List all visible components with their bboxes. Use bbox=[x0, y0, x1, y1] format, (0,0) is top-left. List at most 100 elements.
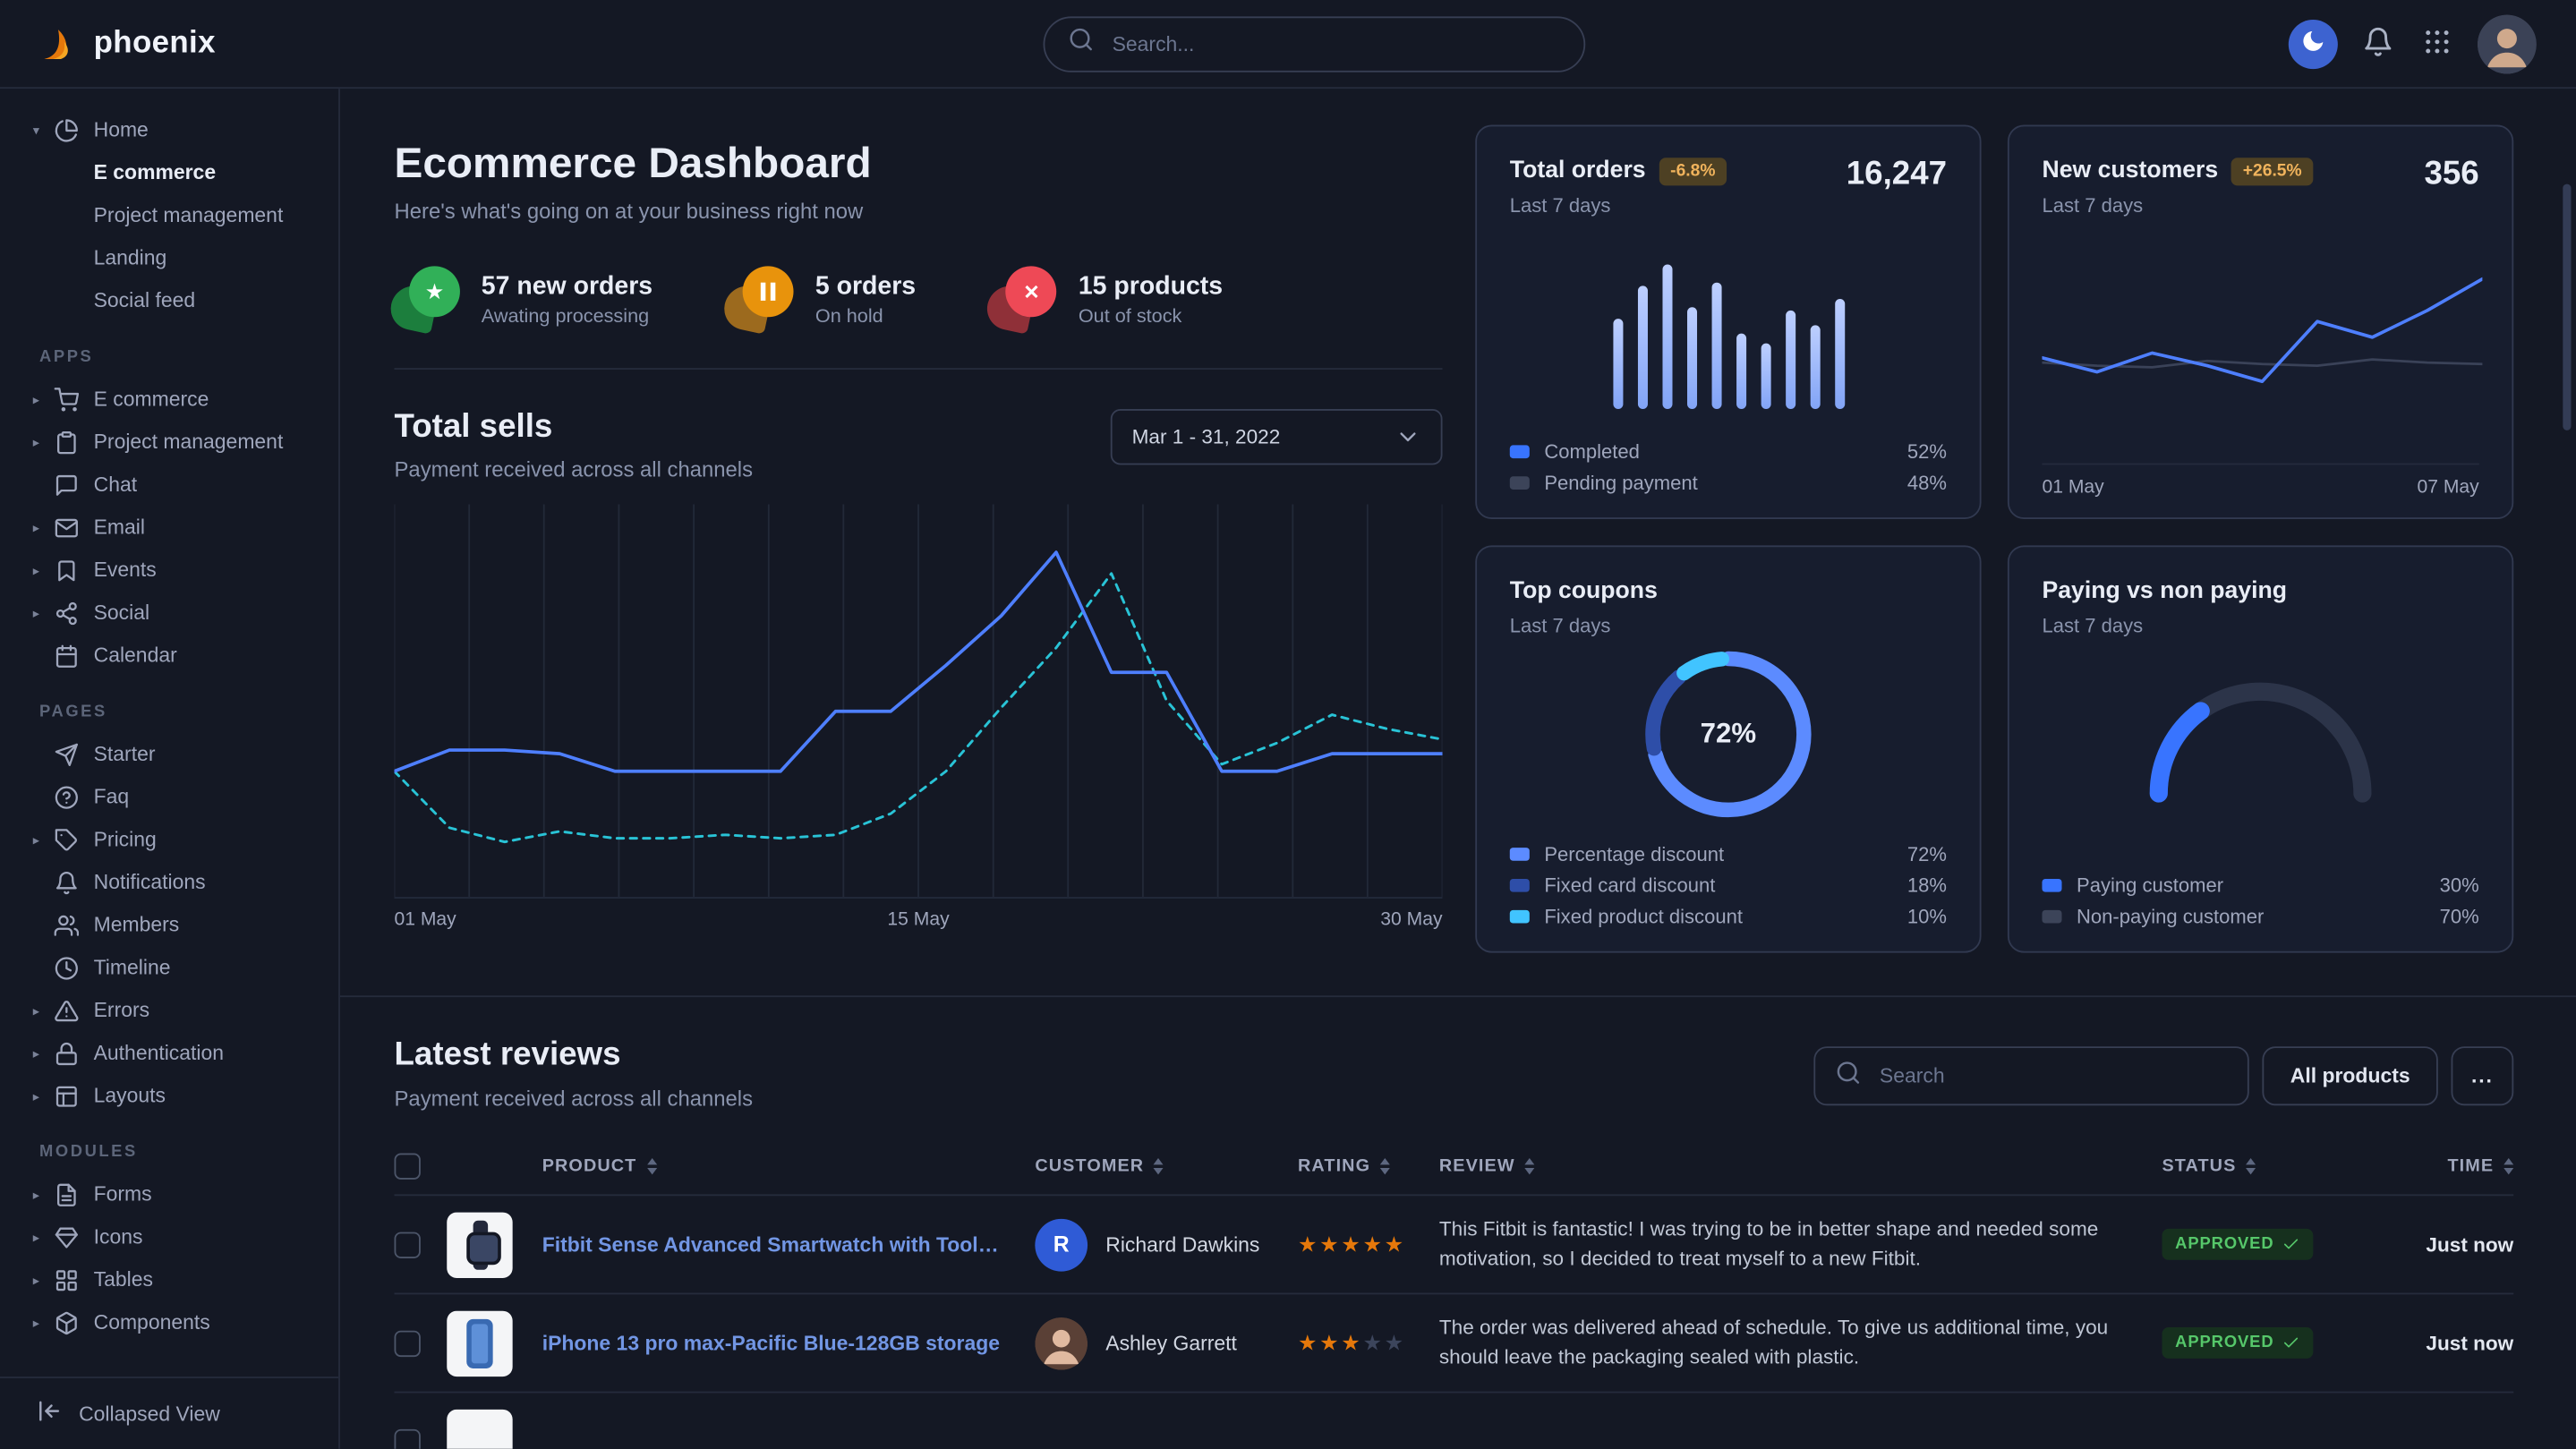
sidebar-item-icons[interactable]: ▸Icons bbox=[0, 1215, 338, 1258]
moon-icon bbox=[2300, 28, 2326, 59]
column-header-status[interactable]: STATUS bbox=[2162, 1155, 2356, 1175]
column-header-review[interactable]: REVIEW bbox=[1439, 1155, 2162, 1175]
more-options-button[interactable]: ... bbox=[2452, 1046, 2514, 1105]
review-row: Fitbit Sense Advanced Smartwatch with To… bbox=[395, 1196, 2514, 1294]
sidebar-item-errors[interactable]: ▸Errors bbox=[0, 989, 338, 1032]
total-orders-change-badge: -6.8% bbox=[1659, 157, 1727, 184]
nine-dots-apps-button[interactable] bbox=[2418, 22, 2456, 65]
latest-reviews-subtitle: Payment received across all channels bbox=[395, 1086, 754, 1111]
vertical-scrollbar-thumb[interactable] bbox=[2563, 184, 2571, 430]
sidebar-item-pricing[interactable]: ▸Pricing bbox=[0, 818, 338, 861]
reviews-search-input[interactable] bbox=[1876, 1063, 2228, 1089]
sidebar-item-starter[interactable]: Starter bbox=[0, 733, 338, 776]
status-badge: APPROVED bbox=[2162, 1327, 2313, 1359]
bar bbox=[1834, 299, 1844, 409]
product-thumbnail-watch[interactable] bbox=[447, 1212, 512, 1277]
stat-caption: On hold bbox=[815, 303, 916, 327]
sidebar-item-label: Forms bbox=[94, 1183, 152, 1206]
sidebar-item-authentication[interactable]: ▸Authentication bbox=[0, 1032, 338, 1075]
row-checkbox[interactable] bbox=[395, 1428, 421, 1449]
caret-icon: ▸ bbox=[33, 1187, 55, 1202]
brand-name: phoenix bbox=[94, 25, 216, 61]
sort-icon bbox=[1154, 1157, 1164, 1173]
sidebar-item-project-management[interactable]: ▸Project management bbox=[0, 421, 338, 464]
sidebar-subitem-landing[interactable]: Landing bbox=[0, 236, 338, 279]
stat-caption: Out of stock bbox=[1079, 303, 1223, 327]
row-checkbox[interactable] bbox=[395, 1232, 421, 1257]
global-search[interactable] bbox=[1044, 15, 1586, 71]
caret-icon: ▸ bbox=[33, 392, 55, 407]
legend-color-dot bbox=[1510, 445, 1530, 458]
collapsed-view-button[interactable]: Collapsed View bbox=[0, 1377, 338, 1449]
reviews-table-header: PRODUCTCUSTOMERRATINGREVIEWSTATUSTIME bbox=[395, 1137, 2514, 1196]
select-all-checkbox[interactable] bbox=[395, 1153, 421, 1179]
sidebar-item-tables[interactable]: ▸Tables bbox=[0, 1258, 338, 1301]
status-badge: APPROVED bbox=[2162, 1229, 2313, 1260]
sidebar-item-layouts[interactable]: ▸Layouts bbox=[0, 1074, 338, 1117]
product-link[interactable]: iPhone 13 pro max-Pacific Blue-128GB sto… bbox=[542, 1332, 1000, 1355]
paying-period: Last 7 days bbox=[2042, 614, 2478, 637]
axis-tick-end: 07 May bbox=[2417, 478, 2478, 498]
paying-vs-nonpaying-card: Paying vs non paying Last 7 days Paying … bbox=[2008, 545, 2513, 952]
top-coupons-period: Last 7 days bbox=[1510, 614, 1947, 637]
product-thumbnail-iphone[interactable] bbox=[447, 1310, 512, 1376]
all-products-filter-button[interactable]: All products bbox=[2263, 1046, 2438, 1105]
sidebar-item-calendar[interactable]: Calendar bbox=[0, 634, 338, 677]
top-coupons-title: Top coupons bbox=[1510, 578, 1658, 604]
total-orders-bar-chart bbox=[1477, 265, 1980, 410]
sidebar-item-label: Pricing bbox=[94, 828, 157, 851]
sidebar-item-label: Home bbox=[94, 118, 149, 141]
product-link[interactable]: Fitbit Sense Advanced Smartwatch with To… bbox=[542, 1233, 1006, 1257]
legend-value: 18% bbox=[1907, 874, 1947, 897]
sidebar-section-label-modules: MODULES bbox=[0, 1143, 338, 1161]
global-search-input[interactable] bbox=[1109, 30, 1561, 56]
product-thumbnail-blank[interactable] bbox=[447, 1409, 512, 1449]
reviews-table-body: Fitbit Sense Advanced Smartwatch with To… bbox=[395, 1196, 2514, 1449]
sidebar-item-label: Tables bbox=[94, 1268, 153, 1291]
star-icon: ★ bbox=[1362, 1330, 1384, 1356]
sidebar-item-home[interactable]: ▾Home bbox=[0, 108, 338, 151]
date-range-select[interactable]: Mar 1 - 31, 2022 bbox=[1111, 409, 1443, 465]
alert-icon bbox=[55, 998, 80, 1023]
row-checkbox[interactable] bbox=[395, 1330, 421, 1356]
sidebar-item-events[interactable]: ▸Events bbox=[0, 549, 338, 592]
sidebar-item-email[interactable]: ▸Email bbox=[0, 506, 338, 549]
sidebar-item-e-commerce[interactable]: ▸E commerce bbox=[0, 378, 338, 421]
column-header-product[interactable]: PRODUCT bbox=[542, 1155, 1036, 1175]
column-header-rating[interactable]: RATING bbox=[1298, 1155, 1439, 1175]
sort-icon bbox=[1525, 1157, 1535, 1173]
user-avatar[interactable] bbox=[2478, 14, 2537, 73]
sidebar-item-forms[interactable]: ▸ Forms bbox=[0, 1173, 338, 1216]
new-customers-x-axis: 01 May 07 May bbox=[2042, 464, 2478, 499]
share-icon bbox=[55, 601, 80, 626]
sidebar-item-label: Project management bbox=[94, 430, 284, 454]
star-icon: ★ bbox=[1362, 1232, 1384, 1257]
stat-caption: Awating processing bbox=[482, 303, 653, 327]
sidebar-item-timeline[interactable]: Timeline bbox=[0, 946, 338, 989]
sidebar-item-faq[interactable]: Faq bbox=[0, 775, 338, 818]
brand-area[interactable]: phoenix bbox=[0, 22, 340, 65]
sidebar-item-notifications[interactable]: Notifications bbox=[0, 861, 338, 904]
sidebar-subitem-project-management[interactable]: Project management bbox=[0, 194, 338, 237]
sort-icon bbox=[646, 1157, 656, 1173]
column-header-customer[interactable]: CUSTOMER bbox=[1035, 1155, 1298, 1175]
sidebar-item-members[interactable]: Members bbox=[0, 904, 338, 947]
layout-icon bbox=[55, 1083, 80, 1108]
sidebar-item-components[interactable]: ▸Components bbox=[0, 1301, 338, 1344]
sidebar-item-chat[interactable]: Chat bbox=[0, 464, 338, 507]
box-icon bbox=[55, 1310, 80, 1335]
legend-color-dot bbox=[2042, 879, 2061, 892]
sidebar-item-social[interactable]: ▸Social bbox=[0, 592, 338, 635]
legend-label: Paying customer bbox=[2077, 874, 2440, 897]
sidebar-subitem-social-feed[interactable]: Social feed bbox=[0, 279, 338, 322]
theme-toggle-button[interactable] bbox=[2289, 19, 2338, 68]
clock-icon bbox=[55, 955, 80, 980]
users-icon bbox=[55, 913, 80, 938]
column-header-time[interactable]: TIME bbox=[2356, 1155, 2513, 1175]
sidebar-subitem-e-commerce[interactable]: E commerce bbox=[0, 151, 338, 194]
notifications-button[interactable] bbox=[2359, 22, 2397, 65]
caret-icon: ▸ bbox=[33, 1003, 55, 1019]
sidebar-subitem-label: Project management bbox=[94, 204, 284, 227]
star-icon: ★ bbox=[1341, 1232, 1362, 1257]
reviews-search[interactable] bbox=[1813, 1046, 2248, 1105]
